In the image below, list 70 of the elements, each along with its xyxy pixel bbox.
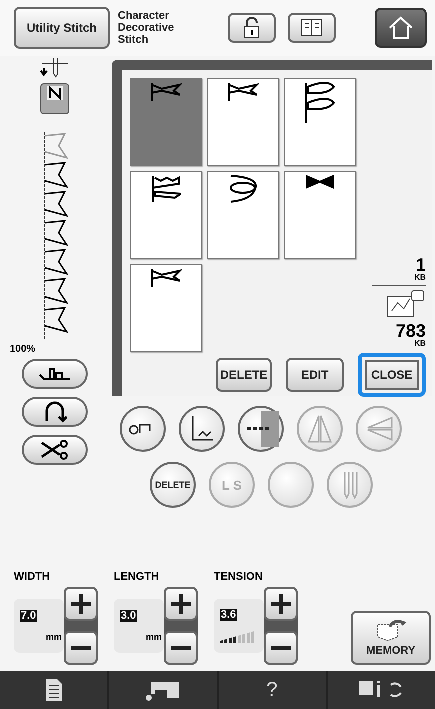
setting-label: WIDTH: [14, 571, 52, 583]
free-memory: 783: [396, 323, 426, 339]
setting-value: 7.0: [20, 610, 38, 622]
minus-icon: [270, 645, 292, 651]
home-button[interactable]: [375, 8, 427, 48]
setting-value: 3.0: [120, 610, 138, 622]
category-label: Character Decorative Stitch: [118, 10, 176, 46]
presser-foot-button[interactable]: [22, 359, 88, 389]
presser-foot-icon: [39, 82, 71, 116]
action-button[interactable]: DELETE: [216, 358, 272, 392]
toolbar-button[interactable]: [109, 671, 216, 709]
toolbar-button[interactable]: [328, 671, 435, 709]
scissors-icon: [40, 439, 70, 461]
decrease-button[interactable]: [64, 631, 98, 665]
minus-icon: [70, 645, 92, 651]
round-button[interactable]: [238, 406, 284, 452]
manual-button[interactable]: [288, 13, 336, 43]
needle-position-icon: [40, 58, 70, 78]
book-icon: [300, 18, 324, 38]
setting-value: 3.6: [220, 609, 238, 621]
thread-cutter-button[interactable]: [22, 435, 88, 465]
plus-icon: [70, 593, 92, 615]
plus-icon: [170, 593, 192, 615]
utility-stitch-button[interactable]: Utility Stitch: [14, 7, 110, 49]
stitch-cell[interactable]: [207, 78, 279, 166]
stitch-cell[interactable]: [130, 264, 202, 352]
padlock-icon: [243, 17, 261, 39]
stitch-cell[interactable]: [130, 171, 202, 259]
toolbar-button[interactable]: [0, 671, 108, 709]
lock-button[interactable]: [228, 13, 276, 43]
stitch-cell[interactable]: [284, 171, 356, 259]
stitch-pattern-icon: [150, 81, 182, 103]
stitch-pattern-icon: [227, 81, 259, 103]
stitch-pattern-icon: [150, 267, 182, 289]
reverse-button[interactable]: [22, 397, 88, 427]
stitch-pattern-icon: [305, 174, 335, 190]
increase-button[interactable]: [164, 587, 198, 621]
decrease-button[interactable]: [164, 631, 198, 665]
document-icon: [44, 678, 63, 702]
round-button[interactable]: DELETE: [150, 462, 196, 508]
presser-foot-lever-icon: [38, 365, 72, 383]
decrease-button[interactable]: [264, 631, 298, 665]
home-icon: [388, 16, 414, 40]
stitch-cell[interactable]: [207, 171, 279, 259]
increase-button[interactable]: [64, 587, 98, 621]
free-memory-unit: KB: [414, 339, 426, 348]
round-button[interactable]: [120, 406, 166, 452]
u-turn-arrow-icon: [43, 401, 67, 423]
plus-icon: [270, 593, 292, 615]
help-button[interactable]: ?: [218, 671, 326, 709]
memory-button[interactable]: MEMORY: [351, 611, 431, 665]
stitch-pattern-icon: [304, 81, 336, 125]
pocket-memory-icon: [386, 289, 426, 319]
increase-button[interactable]: [264, 587, 298, 621]
setting-label: LENGTH: [114, 571, 160, 583]
used-memory: 1: [416, 257, 426, 273]
action-button[interactable]: EDIT: [286, 358, 344, 392]
used-memory-unit: KB: [414, 273, 426, 282]
unit-label: mm: [46, 632, 62, 642]
zoom-level: 100%: [10, 344, 36, 355]
stitch-cell[interactable]: [284, 78, 356, 166]
stitch-pattern-icon: [229, 174, 257, 204]
action-button[interactable]: CLOSE: [358, 353, 426, 397]
stitch-cell[interactable]: [130, 78, 202, 166]
stitch-pattern-icon: [151, 174, 181, 204]
minus-icon: [170, 645, 192, 651]
unit-label: mm: [146, 632, 162, 642]
mirror-vertical-icon: [305, 414, 335, 444]
setting-label: TENSION: [214, 571, 264, 583]
round-button[interactable]: [179, 406, 225, 452]
